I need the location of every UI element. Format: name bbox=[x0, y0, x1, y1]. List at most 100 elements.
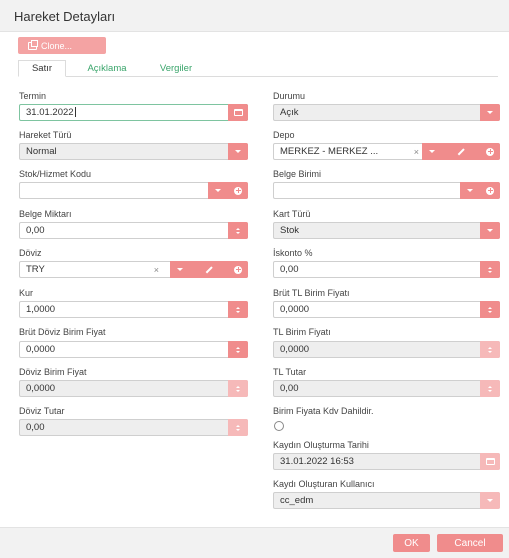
belge-miktari-field[interactable]: 0,00 bbox=[19, 222, 248, 239]
kart-turu-select[interactable]: Stok bbox=[273, 222, 500, 239]
tl-tutar-label: TL Tutar bbox=[273, 367, 307, 377]
ok-button[interactable]: OK bbox=[393, 534, 430, 552]
kur-value: 1,0000 bbox=[26, 304, 56, 315]
doviz-birim-fiyat-label: Döviz Birim Fiyat bbox=[19, 367, 87, 377]
stok-kodu-field[interactable] bbox=[19, 182, 248, 199]
hareket-turu-select[interactable]: Normal bbox=[19, 143, 248, 160]
doviz-field[interactable]: TRY × bbox=[19, 261, 248, 278]
stok-kodu-dropdown[interactable] bbox=[208, 182, 228, 199]
brut-tl-birim-fiyati-spinner[interactable] bbox=[480, 301, 500, 318]
kart-turu-value: Stok bbox=[280, 225, 300, 236]
stok-kodu-label: Stok/Hizmet Kodu bbox=[19, 169, 92, 179]
stok-kodu-add-button[interactable] bbox=[228, 182, 248, 199]
belge-birimi-add-button[interactable] bbox=[480, 182, 500, 199]
calendar-icon bbox=[485, 458, 495, 465]
hareket-turu-value: Normal bbox=[26, 146, 57, 157]
depo-edit-button[interactable] bbox=[442, 143, 480, 160]
chevron-down-icon bbox=[177, 268, 183, 271]
spinner-icon bbox=[488, 385, 492, 392]
spinner-icon bbox=[236, 385, 240, 392]
kaydi-olusturan-label: Kaydı Oluşturan Kullanıcı bbox=[273, 479, 375, 489]
brut-doviz-birim-fiyat-spinner[interactable] bbox=[228, 341, 248, 358]
depo-value: MERKEZ - MERKEZ ... bbox=[280, 146, 378, 157]
chevron-down-icon bbox=[467, 189, 473, 192]
brut-tl-birim-fiyati-label: Brüt TL Birim Fiyatı bbox=[273, 288, 350, 298]
spinner-icon bbox=[488, 346, 492, 353]
dialog-header: Hareket Detayları bbox=[0, 0, 509, 32]
iskonto-spinner[interactable] bbox=[480, 261, 500, 278]
kdv-dahil-checkbox[interactable] bbox=[274, 421, 284, 431]
spinner-icon bbox=[488, 266, 492, 273]
depo-dropdown[interactable] bbox=[422, 143, 442, 160]
clone-button[interactable]: Clone... bbox=[18, 37, 106, 54]
kart-turu-dropdown[interactable] bbox=[480, 222, 500, 239]
belge-miktari-value: 0,00 bbox=[26, 225, 45, 236]
chevron-down-icon bbox=[429, 150, 435, 153]
termin-field[interactable]: 31.01.2022 bbox=[19, 104, 248, 121]
hareket-turu-label: Hareket Türü bbox=[19, 130, 72, 140]
doviz-tutar-field: 0,00 bbox=[19, 419, 248, 436]
belge-miktari-spinner[interactable] bbox=[228, 222, 248, 239]
brut-tl-birim-fiyati-value: 0,0000 bbox=[280, 304, 310, 315]
calendar-button[interactable] bbox=[228, 104, 248, 121]
depo-field[interactable]: MERKEZ - MERKEZ ... × bbox=[273, 143, 500, 160]
kur-field[interactable]: 1,0000 bbox=[19, 301, 248, 318]
spinner-icon bbox=[488, 306, 492, 313]
depo-label: Depo bbox=[273, 130, 295, 140]
brut-tl-birim-fiyati-field[interactable]: 0,0000 bbox=[273, 301, 500, 318]
doviz-birim-fiyat-field: 0,0000 bbox=[19, 380, 248, 397]
kaydi-olusturan-dropdown bbox=[480, 492, 500, 509]
clear-icon[interactable]: × bbox=[154, 265, 159, 275]
clear-icon[interactable]: × bbox=[414, 147, 419, 157]
doviz-edit-button[interactable] bbox=[190, 261, 228, 278]
iskonto-label: İskonto % bbox=[273, 248, 313, 258]
doviz-tutar-value: 0,00 bbox=[26, 422, 45, 433]
pencil-icon bbox=[457, 148, 465, 155]
tab-bar: Satır Açıklama Vergiler bbox=[18, 60, 498, 77]
copy-icon bbox=[28, 39, 38, 50]
tab-vergiler[interactable]: Vergiler bbox=[146, 60, 206, 77]
termin-label: Termin bbox=[19, 91, 47, 101]
kayit-tarihi-field: 31.01.2022 16:53 bbox=[273, 453, 500, 470]
plus-circle-icon bbox=[234, 186, 242, 195]
spinner-icon bbox=[236, 424, 240, 431]
brut-doviz-birim-fiyat-label: Brüt Döviz Birim Fiyat bbox=[19, 327, 106, 337]
durumu-value: Açık bbox=[280, 107, 299, 118]
chevron-down-icon bbox=[215, 189, 221, 192]
cancel-button[interactable]: Cancel bbox=[437, 534, 503, 552]
durumu-label: Durumu bbox=[273, 91, 306, 101]
durumu-dropdown[interactable] bbox=[480, 104, 500, 121]
durumu-select[interactable]: Açık bbox=[273, 104, 500, 121]
tl-tutar-spinner bbox=[480, 380, 500, 397]
tl-birim-fiyati-spinner bbox=[480, 341, 500, 358]
dialog-title: Hareket Detayları bbox=[14, 9, 116, 24]
belge-birimi-label: Belge Birimi bbox=[273, 169, 322, 179]
clone-label: Clone... bbox=[41, 40, 73, 51]
brut-doviz-birim-fiyat-field[interactable]: 0,0000 bbox=[19, 341, 248, 358]
doviz-dropdown[interactable] bbox=[170, 261, 190, 278]
chevron-down-icon bbox=[487, 229, 493, 232]
kur-spinner[interactable] bbox=[228, 301, 248, 318]
iskonto-field[interactable]: 0,00 bbox=[273, 261, 500, 278]
kaydi-olusturan-value: cc_edm bbox=[280, 495, 314, 506]
chevron-down-icon bbox=[235, 150, 241, 153]
tl-birim-fiyati-field: 0,0000 bbox=[273, 341, 500, 358]
kayit-tarihi-calendar bbox=[480, 453, 500, 470]
tl-tutar-field: 0,00 bbox=[273, 380, 500, 397]
depo-add-button[interactable] bbox=[480, 143, 500, 160]
hareket-turu-dropdown[interactable] bbox=[228, 143, 248, 160]
belge-birimi-field[interactable] bbox=[273, 182, 500, 199]
belge-miktari-label: Belge Miktarı bbox=[19, 209, 72, 219]
kdv-dahil-label: Birim Fiyata Kdv Dahildir. bbox=[273, 406, 374, 416]
tl-birim-fiyati-label: TL Birim Fiyatı bbox=[273, 327, 331, 337]
doviz-tutar-label: Döviz Tutar bbox=[19, 406, 65, 416]
doviz-add-button[interactable] bbox=[228, 261, 248, 278]
plus-circle-icon bbox=[234, 265, 242, 274]
spinner-icon bbox=[236, 346, 240, 353]
calendar-icon bbox=[233, 109, 243, 116]
doviz-birim-fiyat-spinner bbox=[228, 380, 248, 397]
tab-aciklama[interactable]: Açıklama bbox=[78, 60, 136, 77]
belge-birimi-dropdown[interactable] bbox=[460, 182, 480, 199]
tab-satir[interactable]: Satır bbox=[18, 60, 66, 77]
plus-circle-icon bbox=[486, 186, 494, 195]
